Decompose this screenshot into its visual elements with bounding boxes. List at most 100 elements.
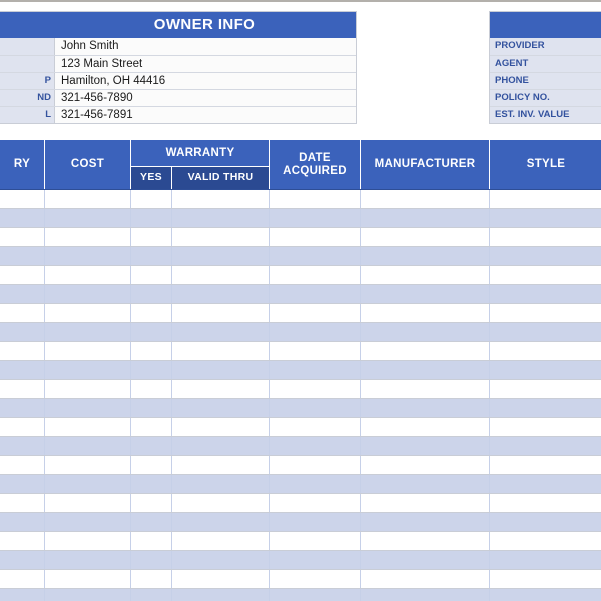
table-cell-cost[interactable] [44,246,131,266]
owner-info-value[interactable]: John Smith [54,38,356,55]
table-cell-category[interactable] [0,360,45,380]
table-cell-warranty-valid-thru[interactable] [171,303,270,323]
table-cell-date-acquired[interactable] [269,284,361,304]
table-cell-style[interactable] [489,284,601,304]
table-cell-date-acquired[interactable] [269,550,361,570]
table-cell-warranty-yes[interactable] [130,417,172,437]
table-cell-warranty-yes[interactable] [130,588,172,601]
table-cell-cost[interactable] [44,379,131,399]
table-cell-warranty-valid-thru[interactable] [171,550,270,570]
table-cell-category[interactable] [0,474,45,494]
column-header-cost[interactable]: COST [44,139,131,190]
table-cell-cost[interactable] [44,569,131,589]
table-cell-category[interactable] [0,227,45,247]
table-cell-date-acquired[interactable] [269,227,361,247]
table-cell-category[interactable] [0,588,45,601]
table-cell-style[interactable] [489,303,601,323]
table-cell-category[interactable] [0,436,45,456]
column-header-date-acquired[interactable]: DATE ACQUIRED [269,139,361,190]
table-cell-warranty-yes[interactable] [130,436,172,456]
table-cell-date-acquired[interactable] [269,531,361,551]
table-cell-date-acquired[interactable] [269,474,361,494]
table-cell-date-acquired[interactable] [269,322,361,342]
table-cell-date-acquired[interactable] [269,208,361,228]
table-cell-warranty-valid-thru[interactable] [171,512,270,532]
table-cell-manufacturer[interactable] [360,531,490,551]
table-cell-style[interactable] [489,455,601,475]
column-header-warranty-valid-thru[interactable]: VALID THRU [171,166,270,190]
table-cell-category[interactable] [0,208,45,228]
table-cell-warranty-yes[interactable] [130,246,172,266]
table-cell-manufacturer[interactable] [360,474,490,494]
table-cell-cost[interactable] [44,398,131,418]
table-cell-date-acquired[interactable] [269,569,361,589]
table-cell-style[interactable] [489,512,601,532]
table-cell-warranty-valid-thru[interactable] [171,531,270,551]
table-cell-cost[interactable] [44,360,131,380]
table-cell-warranty-valid-thru[interactable] [171,227,270,247]
table-cell-cost[interactable] [44,474,131,494]
table-cell-cost[interactable] [44,512,131,532]
table-cell-warranty-yes[interactable] [130,474,172,494]
table-cell-date-acquired[interactable] [269,436,361,456]
table-cell-warranty-valid-thru[interactable] [171,246,270,266]
table-cell-cost[interactable] [44,455,131,475]
table-cell-cost[interactable] [44,588,131,601]
table-cell-cost[interactable] [44,284,131,304]
table-cell-category[interactable] [0,379,45,399]
table-cell-style[interactable] [489,398,601,418]
table-cell-category[interactable] [0,303,45,323]
table-cell-manufacturer[interactable] [360,322,490,342]
table-cell-cost[interactable] [44,436,131,456]
table-cell-style[interactable] [489,474,601,494]
table-cell-style[interactable] [489,208,601,228]
table-cell-cost[interactable] [44,417,131,437]
table-cell-manufacturer[interactable] [360,189,490,209]
table-cell-category[interactable] [0,341,45,361]
table-cell-warranty-valid-thru[interactable] [171,189,270,209]
table-cell-category[interactable] [0,550,45,570]
table-cell-date-acquired[interactable] [269,360,361,380]
column-header-warranty-yes[interactable]: YES [130,166,172,190]
table-cell-warranty-valid-thru[interactable] [171,493,270,513]
table-cell-warranty-yes[interactable] [130,303,172,323]
table-cell-warranty-valid-thru[interactable] [171,322,270,342]
table-cell-cost[interactable] [44,189,131,209]
table-cell-manufacturer[interactable] [360,341,490,361]
table-cell-style[interactable] [489,227,601,247]
table-cell-manufacturer[interactable] [360,246,490,266]
table-cell-style[interactable] [489,265,601,285]
table-cell-warranty-valid-thru[interactable] [171,360,270,380]
table-cell-warranty-yes[interactable] [130,531,172,551]
table-cell-warranty-valid-thru[interactable] [171,341,270,361]
table-cell-warranty-valid-thru[interactable] [171,474,270,494]
table-cell-style[interactable] [489,341,601,361]
table-cell-manufacturer[interactable] [360,455,490,475]
table-cell-category[interactable] [0,398,45,418]
table-cell-date-acquired[interactable] [269,398,361,418]
table-cell-cost[interactable] [44,531,131,551]
table-cell-warranty-yes[interactable] [130,322,172,342]
table-cell-style[interactable] [489,569,601,589]
table-cell-manufacturer[interactable] [360,417,490,437]
table-cell-category[interactable] [0,189,45,209]
table-cell-cost[interactable] [44,303,131,323]
table-cell-style[interactable] [489,379,601,399]
table-cell-warranty-valid-thru[interactable] [171,588,270,601]
table-cell-category[interactable] [0,455,45,475]
table-cell-category[interactable] [0,512,45,532]
table-cell-manufacturer[interactable] [360,265,490,285]
table-cell-warranty-valid-thru[interactable] [171,417,270,437]
table-cell-style[interactable] [489,588,601,601]
table-cell-style[interactable] [489,493,601,513]
table-cell-style[interactable] [489,417,601,437]
table-cell-warranty-yes[interactable] [130,189,172,209]
table-cell-style[interactable] [489,246,601,266]
owner-info-value[interactable]: 321-456-7890 [54,90,356,106]
table-cell-manufacturer[interactable] [360,379,490,399]
table-cell-cost[interactable] [44,208,131,228]
table-cell-warranty-yes[interactable] [130,208,172,228]
table-cell-date-acquired[interactable] [269,189,361,209]
table-cell-warranty-yes[interactable] [130,284,172,304]
table-cell-style[interactable] [489,189,601,209]
